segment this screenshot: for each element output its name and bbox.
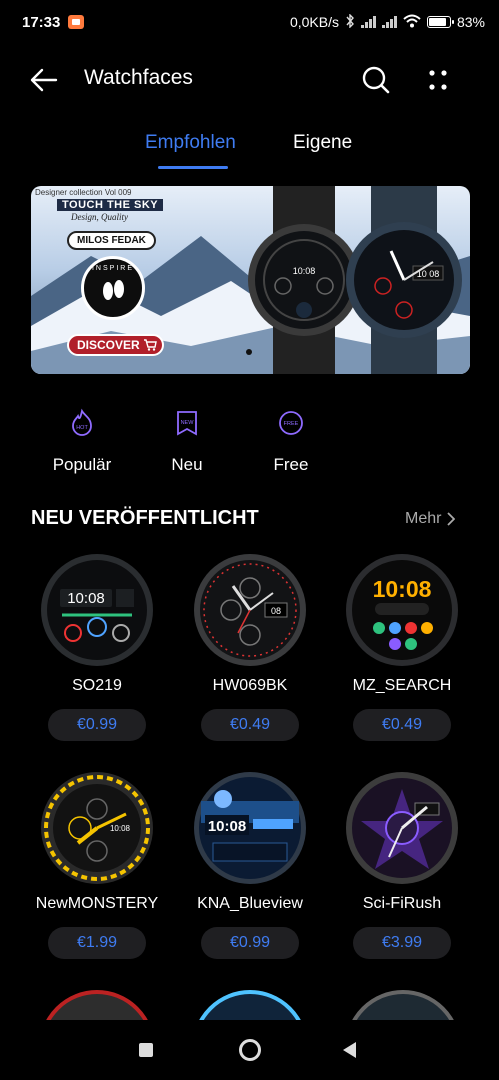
watchface-card-kna-blueview[interactable]: 10:08 KNA_Blueview €0.99 bbox=[174, 771, 326, 959]
home-icon[interactable] bbox=[239, 1039, 261, 1061]
svg-text:FREE: FREE bbox=[284, 421, 299, 427]
app-header: Watchfaces bbox=[0, 52, 499, 108]
section-title: NEU VERÖFFENTLICHT bbox=[31, 507, 259, 529]
status-bar: 17:33 0,0KB/s 83% bbox=[0, 0, 499, 44]
tab-empfohlen[interactable]: Empfohlen bbox=[145, 132, 236, 154]
tab-eigene[interactable]: Eigene bbox=[293, 132, 352, 154]
watchface-name: SO219 bbox=[72, 677, 122, 694]
tab-indicator bbox=[158, 166, 228, 169]
watchface-card-so219[interactable]: 10:08 SO219 €0.99 bbox=[21, 553, 173, 741]
search-icon[interactable] bbox=[360, 64, 392, 96]
signal-icon bbox=[360, 16, 376, 28]
more-vertical-icon[interactable] bbox=[424, 64, 452, 96]
bluetooth-icon bbox=[345, 12, 355, 31]
watchface-preview bbox=[346, 772, 458, 884]
category-label: Populär bbox=[52, 455, 112, 474]
hot-badge-icon: HOT bbox=[67, 408, 97, 438]
watchface-preview: 08 bbox=[194, 554, 306, 666]
category-new[interactable]: NEW Neu bbox=[142, 408, 232, 475]
system-nav-bar bbox=[0, 1020, 499, 1080]
svg-text:HOT: HOT bbox=[76, 425, 88, 431]
watchface-preview: 10:08 bbox=[41, 772, 153, 884]
price-button[interactable]: €0.49 bbox=[353, 709, 451, 741]
more-link[interactable]: Mehr bbox=[405, 510, 456, 528]
battery-level-fill bbox=[428, 18, 446, 26]
watchface-name: MZ_SEARCH bbox=[352, 677, 452, 694]
arrow-left-icon[interactable] bbox=[28, 64, 60, 96]
inspire-logo: INSPIRE bbox=[81, 256, 145, 320]
banner-headline: TOUCH THE SKY bbox=[57, 199, 164, 211]
status-time: 17:33 bbox=[22, 13, 61, 31]
feet-logo-icon bbox=[103, 280, 124, 300]
price-button[interactable]: €0.99 bbox=[201, 927, 299, 959]
watchface-name: NewMONSTERY bbox=[35, 895, 159, 912]
watchface-previews-partial[interactable] bbox=[0, 988, 499, 1020]
network-speed: 0,0KB/s bbox=[289, 14, 339, 30]
banner-author: MILOS FEDAK bbox=[67, 231, 156, 250]
cart-icon bbox=[143, 339, 157, 354]
svg-text:10:08: 10:08 bbox=[373, 576, 432, 602]
svg-text:10:08: 10:08 bbox=[110, 824, 131, 833]
category-label: Neu bbox=[171, 455, 203, 474]
svg-text:NEW: NEW bbox=[181, 420, 195, 426]
price-button[interactable]: €0.99 bbox=[48, 709, 146, 741]
signal-icon-2 bbox=[381, 16, 397, 28]
notification-icon bbox=[68, 15, 85, 29]
category-free[interactable]: FREE Free bbox=[246, 408, 336, 475]
chevron-right-icon bbox=[447, 512, 456, 526]
watchface-preview: 10:08 bbox=[41, 554, 153, 666]
watchface-preview: 10:08 bbox=[194, 772, 306, 884]
status-right: 0,0KB/s 83% bbox=[289, 12, 485, 31]
wifi-icon bbox=[403, 14, 421, 31]
price-button[interactable]: €3.99 bbox=[353, 927, 451, 959]
new-badge-icon: NEW bbox=[172, 408, 202, 438]
banner-tagline: Design, Quality bbox=[71, 212, 128, 222]
discover-button[interactable]: DISCOVER bbox=[67, 334, 164, 356]
price-button[interactable]: €0.49 bbox=[201, 709, 299, 741]
status-left: 17:33 bbox=[22, 13, 85, 31]
recent-apps-icon[interactable] bbox=[139, 1043, 153, 1057]
banner-collection: Designer collection Vol 009 bbox=[35, 188, 132, 197]
back-triangle-icon[interactable] bbox=[343, 1042, 356, 1058]
price-button[interactable]: €1.99 bbox=[48, 927, 146, 959]
promo-banner[interactable]: 10:08 10 08 Designer collection Vol 009 … bbox=[31, 186, 470, 374]
svg-text:10:08: 10:08 bbox=[208, 818, 246, 835]
discover-label: DISCOVER bbox=[77, 338, 140, 352]
watchface-card-newmonstery[interactable]: 10:08 NewMONSTERY €1.99 bbox=[21, 771, 173, 959]
watchface-name: HW069BK bbox=[212, 677, 288, 694]
watchface-preview: 10:08 bbox=[346, 554, 458, 666]
svg-text:10:08: 10:08 bbox=[67, 590, 105, 607]
watchface-card-mz-search[interactable]: 10:08 MZ_SEARCH €0.49 bbox=[326, 553, 478, 741]
svg-text:08: 08 bbox=[271, 606, 281, 616]
watchface-name: Sci-FiRush bbox=[362, 895, 442, 912]
category-label: Free bbox=[273, 455, 309, 474]
page-title: Watchfaces bbox=[84, 66, 193, 89]
watchface-card-hw069bk[interactable]: 08 HW069BK €0.49 bbox=[174, 553, 326, 741]
battery-percent: 83% bbox=[456, 14, 485, 30]
free-badge-icon: FREE bbox=[276, 408, 306, 438]
watchface-name: KNA_Blueview bbox=[197, 895, 303, 912]
battery-icon bbox=[426, 16, 454, 28]
banner-page-indicator bbox=[246, 349, 252, 355]
watchface-row-partial bbox=[0, 988, 499, 1020]
svg-text:10:08: 10:08 bbox=[293, 266, 316, 276]
more-label: Mehr bbox=[405, 510, 442, 527]
category-popular[interactable]: HOT Populär bbox=[37, 408, 127, 475]
watchface-card-sci-firush[interactable]: Sci-FiRush €3.99 bbox=[326, 771, 478, 959]
